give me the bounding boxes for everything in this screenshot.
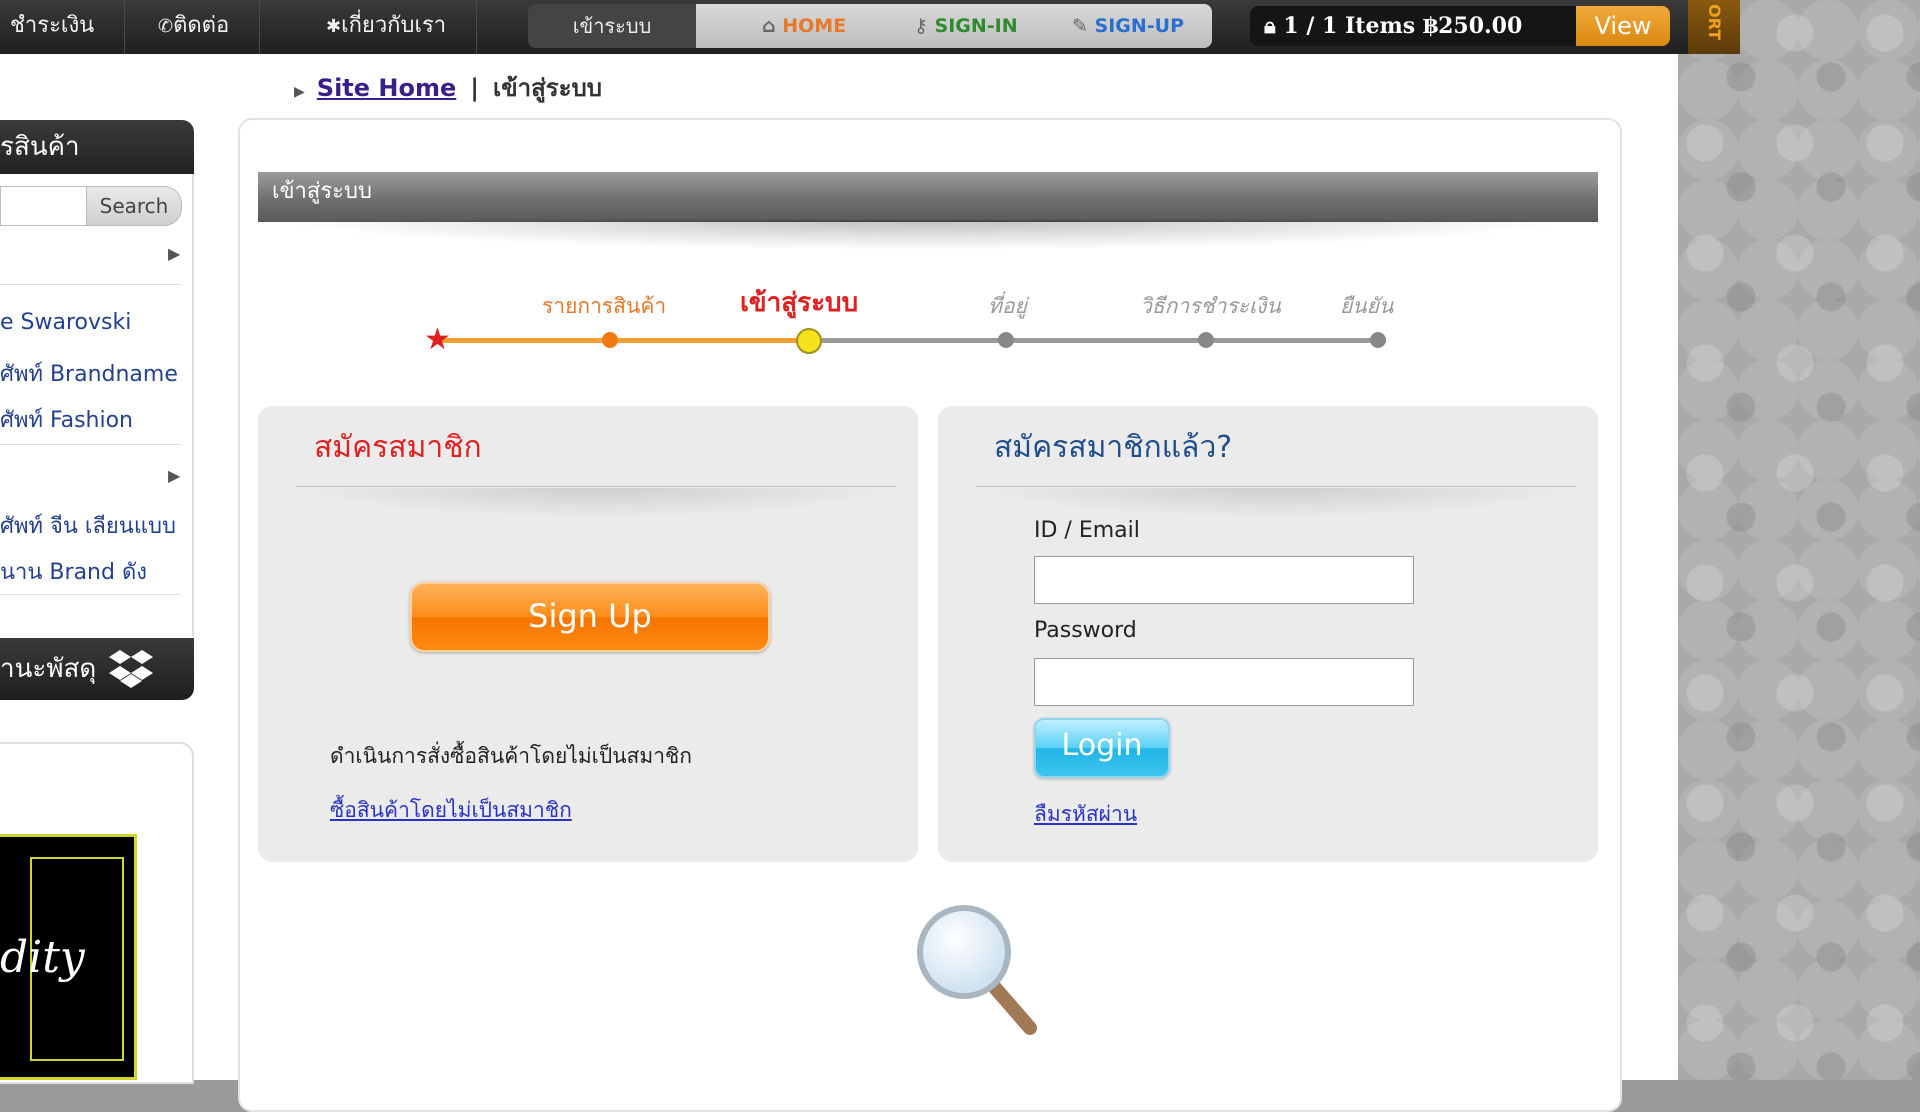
breadcrumb-separator: | (470, 74, 480, 102)
shopping-bag-icon: 🔒︎ (1264, 13, 1276, 39)
password-label: Password (1034, 618, 1137, 643)
sidebar-category-box: Search ▶ e Swarovski ศัพท์ Brandname ศัพ… (0, 174, 194, 636)
login-card-title: สมัครสมาชิกแล้ว? (994, 430, 1233, 465)
sidebar-divider (0, 284, 180, 285)
sign-up-link[interactable]: ✎ SIGN-UP (1072, 4, 1184, 48)
card-divider (976, 486, 1576, 487)
id-email-label: ID / Email (1034, 518, 1140, 543)
forgot-password-link[interactable]: ลืมรหัสผ่าน (1034, 798, 1137, 831)
step-dot-payment (1198, 332, 1214, 348)
key-icon: ⚷ (914, 15, 928, 37)
asterisk-icon: ✱ (326, 16, 342, 37)
account-links: ⌂ HOME ⚷ SIGN-IN ✎ SIGN-UP (696, 4, 1212, 48)
promo-banner-box: dity (0, 742, 194, 1084)
step-label-payment: วิธีการชำระเงิน (1140, 294, 1281, 318)
step-label-confirm: ยืนยัน (1340, 294, 1394, 318)
progress-line-todo (808, 338, 1386, 343)
star-icon: ★ (424, 322, 451, 357)
promo-script-logo: dity (0, 932, 85, 983)
tracking-header[interactable]: านะพัสดุ (0, 638, 194, 700)
expand-arrow-icon[interactable]: ▶ (168, 466, 180, 485)
edit-icon: ✎ (1072, 15, 1088, 37)
step-dot-login (796, 328, 822, 354)
login-card: สมัครสมาชิกแล้ว? ID / Email Password Log… (938, 406, 1598, 862)
login-tab[interactable]: เข้าระบบ (528, 4, 696, 48)
magnifier-icon (917, 905, 1037, 1035)
expand-arrow-icon[interactable]: ▶ (168, 244, 180, 263)
page-background (1678, 0, 1920, 1080)
step-label-cart: รายการสินค้า (542, 294, 667, 318)
view-cart-button[interactable]: View (1576, 6, 1670, 46)
top-navigation: ชำระเงิน ✆ติดต่อ ✱เกี่ยวกับเรา เข้าระบบ … (0, 0, 1740, 54)
site-home-link[interactable]: Site Home (317, 74, 456, 102)
login-panel: เข้าสู่ระบบ รายการสินค้า เข้าสู่ระบบ ที่… (238, 118, 1622, 1112)
sidebar-link-swarovski[interactable]: e Swarovski (0, 310, 131, 335)
phone-icon: ✆ (158, 16, 174, 37)
sidebar-search-input[interactable] (0, 186, 87, 226)
breadcrumb-current: เข้าสู่ระบบ (493, 74, 603, 102)
breadcrumb-arrow-icon: ▶ (294, 84, 305, 100)
dropbox-icon (109, 650, 153, 688)
login-button[interactable]: Login (1034, 718, 1170, 778)
home-icon: ⌂ (762, 15, 776, 37)
progress-line-done (440, 338, 808, 343)
sidebar-link-fashion[interactable]: ศัพท์ Fashion (0, 402, 133, 437)
card-divider (296, 486, 896, 487)
card-shadow (296, 488, 896, 518)
section-shadow (270, 220, 1580, 250)
sign-in-link[interactable]: ⚷ SIGN-IN (914, 4, 1018, 48)
guest-checkout-link[interactable]: ซื้อสินค้าโดยไม่เป็นสมาชิก (330, 794, 572, 827)
step-label-address: ที่อยู่ (988, 294, 1027, 318)
nav-item-about[interactable]: ✱เกี่ยวกับเรา (296, 0, 478, 54)
page: ชำระเงิน ✆ติดต่อ ✱เกี่ยวกับเรา เข้าระบบ … (0, 0, 1740, 1112)
guest-checkout-text: ดำเนินการสั่งซื้อสินค้าโดยไม่เป็นสมาชิก (330, 744, 692, 768)
password-input[interactable] (1034, 658, 1414, 706)
sidebar-divider (0, 594, 180, 595)
sidebar-search-button[interactable]: Search (86, 186, 182, 226)
nav-item-payment[interactable]: ชำระเงิน (0, 0, 126, 54)
sidebar-link-brand[interactable]: นาน Brand ดัง (0, 554, 147, 589)
step-dot-address (998, 332, 1014, 348)
sidebar-category-header: รสินค้า (0, 120, 194, 174)
cart-text: 1 / 1 Items ฿250.00 (1283, 13, 1523, 39)
step-label-login: เข้าสู่ระบบ (740, 288, 859, 318)
signup-card-title: สมัครสมาชิก (314, 430, 482, 465)
cart-summary[interactable]: 🔒︎ 1 / 1 Items ฿250.00 View (1250, 6, 1670, 46)
id-email-input[interactable] (1034, 556, 1414, 604)
sidebar-divider (0, 444, 180, 445)
card-shadow (976, 488, 1576, 518)
support-tab[interactable]: ORT (1688, 0, 1740, 54)
signup-card: สมัครสมาชิก Sign Up ดำเนินการสั่งซื้อสิน… (258, 406, 918, 862)
step-dot-cart (602, 332, 618, 348)
sidebar-link-brandname[interactable]: ศัพท์ Brandname (0, 356, 178, 391)
section-title-bar: เข้าสู่ระบบ (258, 172, 1598, 222)
step-dot-confirm (1370, 332, 1386, 348)
sign-up-button[interactable]: Sign Up (410, 582, 770, 652)
breadcrumb: ▶ Site Home | เข้าสู่ระบบ (294, 68, 602, 107)
sidebar-link-china[interactable]: ศัพท์ จีน เลียนแบบ (0, 508, 176, 543)
home-link[interactable]: ⌂ HOME (762, 4, 846, 48)
nav-item-contact[interactable]: ✆ติดต่อ (118, 0, 261, 54)
promo-logo-image[interactable]: dity (0, 834, 137, 1080)
